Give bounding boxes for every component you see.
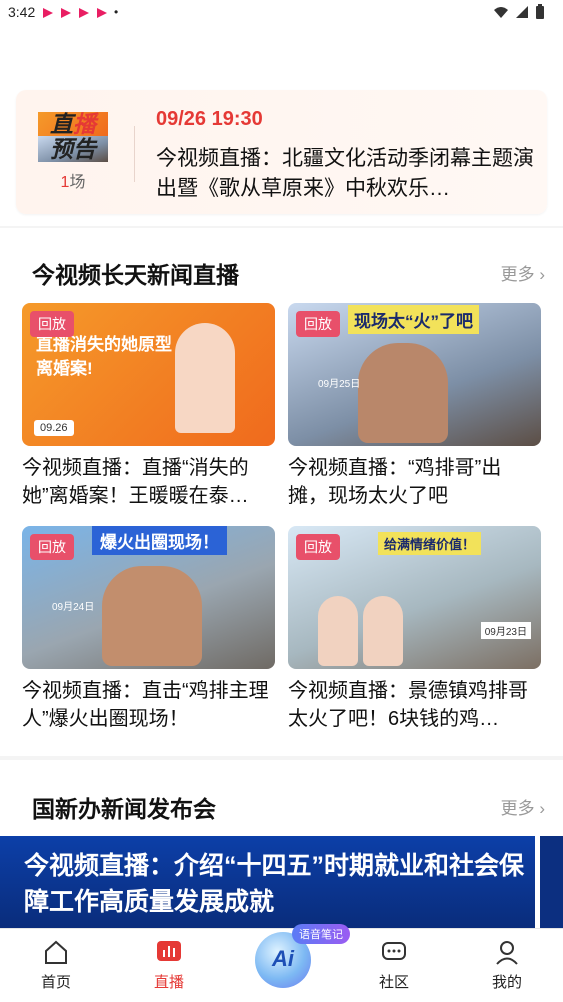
video-card[interactable]: 直播消失的她原型离婚案! 09.26 回放 今视频直播：直播“消失的她”离婚案！… — [22, 303, 275, 510]
thumbnail-text: 现场太“火”了吧 — [348, 305, 479, 334]
video-app-icon — [42, 6, 54, 18]
press-banner-next[interactable] — [540, 836, 563, 931]
anchor-figure — [318, 596, 358, 666]
video-app-icon — [96, 6, 108, 18]
more-link[interactable]: 更多 › — [501, 794, 545, 819]
news-live-section: 今视频长天新闻直播 更多 › 直播消失的她原型离婚案! 09.26 回放 今视频… — [0, 228, 563, 756]
logo-text-2: 预告 — [38, 136, 108, 162]
more-label: 更多 — [500, 265, 535, 284]
video-thumbnail: 爆火出圈现场！ 09月24日 回放 — [22, 526, 275, 669]
thumbnail-date: 09月23日 — [480, 622, 531, 639]
chevron-right-icon: › — [539, 265, 545, 284]
video-caption: 今视频直播：景德镇鸡排哥太火了吧！6块钱的鸡… — [288, 680, 528, 730]
thumbnail-text: 给满情绪价值！ — [378, 532, 482, 555]
divider — [134, 126, 135, 182]
tab-profile[interactable]: 我的 — [467, 937, 547, 992]
community-icon — [379, 937, 409, 967]
video-app-icon — [78, 6, 90, 18]
video-caption: 今视频直播：直击“鸡排主理人”爆火出圈现场！ — [22, 680, 269, 730]
section-title: 国新办新闻发布会 — [32, 796, 216, 822]
video-thumbnail: 给满情绪价值！ 09月23日 回放 — [288, 526, 541, 669]
video-card[interactable]: 给满情绪价值！ 09月23日 回放 今视频直播：景德镇鸡排哥太火了吧！6块钱的鸡… — [288, 526, 541, 733]
tab-label: 直播 — [153, 974, 184, 991]
live-preview-logo: 直播 预告 1场 — [38, 112, 108, 192]
press-banner[interactable]: 今视频直播：介绍“十四五”时期就业和社会保障工作高质量发展成就 — [0, 836, 535, 931]
more-label: 更多 — [500, 799, 535, 818]
section-title: 今视频长天新闻直播 — [32, 262, 239, 288]
thumbnail-date: 09.26 — [34, 420, 74, 436]
ai-label: Ai — [272, 946, 294, 971]
person-figure — [358, 343, 448, 443]
battery-icon — [535, 4, 545, 23]
logo-text-accent: 播 — [73, 111, 96, 137]
replay-badge: 回放 — [296, 534, 340, 560]
notification-icons: • — [42, 6, 118, 18]
tab-label: 社区 — [378, 974, 409, 991]
video-caption: 今视频直播：直播“消失的她”离婚案！王暖暖在泰… — [22, 457, 249, 507]
banner-title: 今视频直播：介绍“十四五”时期就业和社会保障工作高质量发展成就 — [24, 852, 525, 916]
more-link[interactable]: 更多 › — [501, 260, 545, 285]
live-icon — [154, 937, 184, 967]
replay-badge: 回放 — [30, 311, 74, 337]
tab-live[interactable]: 直播 — [129, 937, 209, 992]
tab-home[interactable]: 首页 — [16, 937, 96, 992]
replay-badge: 回放 — [296, 311, 340, 337]
logo-text: 直 — [50, 111, 73, 137]
person-figure — [102, 566, 202, 666]
wifi-icon — [493, 5, 509, 22]
anchor-figure — [175, 323, 235, 433]
live-preview-card[interactable]: 直播 预告 1场 09/26 19:30 今视频直播：北疆文化活动季闭幕主题演出… — [16, 90, 547, 214]
status-bar: 3:42 • — [0, 0, 563, 26]
home-icon — [41, 937, 71, 967]
tab-community[interactable]: 社区 — [354, 937, 434, 992]
replay-badge: 回放 — [30, 534, 74, 560]
live-title: 今视频直播：北疆文化活动季闭幕主题演出暨《歌从草原来》中秋欢乐… — [156, 147, 534, 200]
live-date: 09/26 19:30 — [156, 108, 263, 130]
status-time: 3:42 — [8, 4, 36, 20]
video-card[interactable]: 现场太“火”了吧 09月25日 回放 今视频直播：“鸡排哥”出摊，现场太火了吧 — [288, 303, 541, 510]
anchor-figure — [363, 596, 403, 666]
live-count: 1场 — [38, 168, 108, 192]
profile-icon — [492, 937, 522, 967]
tab-label: 首页 — [40, 974, 71, 991]
chevron-right-icon: › — [539, 799, 545, 818]
voice-note-badge[interactable]: 语音笔记 — [292, 924, 350, 944]
video-thumbnail: 现场太“火”了吧 09月25日 回放 — [288, 303, 541, 446]
thumbnail-date: 09月25日 — [318, 379, 361, 390]
tab-label: 我的 — [491, 974, 522, 991]
thumbnail-text: 直播消失的她原型离婚案! — [36, 335, 172, 378]
video-card[interactable]: 爆火出圈现场！ 09月24日 回放 今视频直播：直击“鸡排主理人”爆火出圈现场！ — [22, 526, 275, 733]
video-caption: 今视频直播：“鸡排哥”出摊，现场太火了吧 — [288, 457, 502, 507]
thumbnail-date: 09月24日 — [52, 602, 95, 613]
more-notifications-dot: • — [114, 5, 119, 19]
video-thumbnail: 直播消失的她原型离婚案! 09.26 回放 — [22, 303, 275, 446]
thumbnail-text: 爆火出圈现场！ — [92, 526, 227, 555]
live-count-unit: 场 — [69, 174, 86, 191]
video-app-icon — [60, 6, 72, 18]
signal-icon — [515, 5, 529, 22]
